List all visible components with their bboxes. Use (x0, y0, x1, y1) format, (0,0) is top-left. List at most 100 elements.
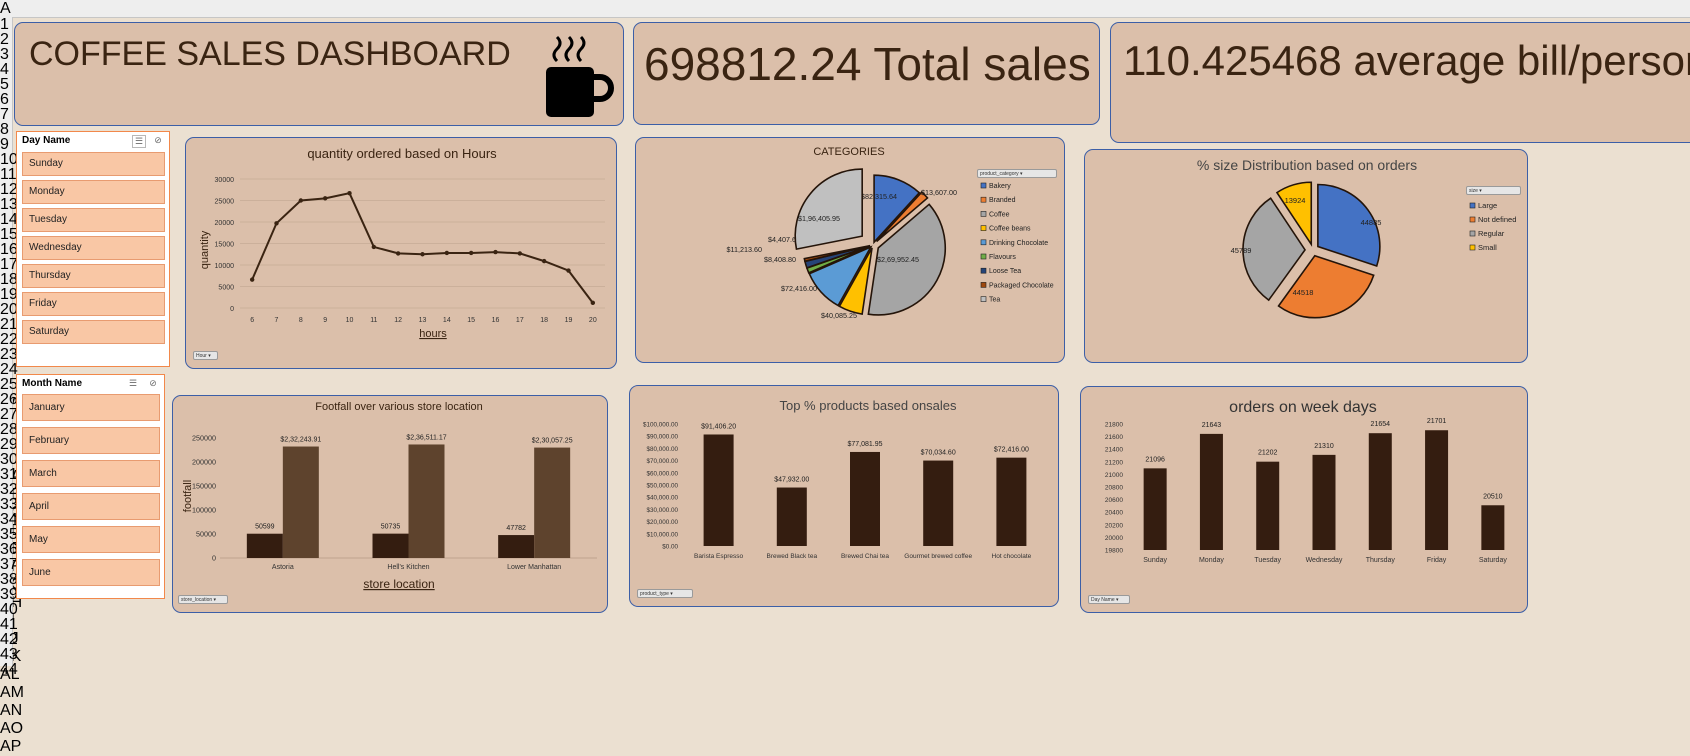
slicer-item-january[interactable]: January (22, 394, 160, 421)
day-filter-dropdown[interactable]: Day Name ▾ (1088, 595, 1130, 604)
slicer-item-saturday[interactable]: Saturday (22, 320, 165, 344)
column-header[interactable]: AM (0, 684, 40, 702)
row-header[interactable]: 32 (0, 482, 18, 498)
clear-filter-icon[interactable]: ⊘ (152, 135, 164, 146)
row-header[interactable]: 35 (0, 527, 18, 543)
row-header[interactable]: 13 (0, 197, 18, 213)
slicer-item-thursday[interactable]: Thursday (22, 264, 165, 288)
row-header[interactable]: 15 (0, 227, 18, 243)
row-header[interactable]: 20 (0, 302, 18, 318)
row-header[interactable]: 26 (0, 392, 18, 408)
slicer-item-wednesday[interactable]: Wednesday (22, 236, 165, 260)
legend-entry: Loose Tea (989, 268, 1021, 275)
x-tick-label: 20 (589, 317, 597, 324)
row-header[interactable]: 25 (0, 377, 18, 393)
y-axis-title: footfall (182, 480, 194, 512)
data-point (298, 198, 304, 203)
legend-swatch (980, 211, 987, 217)
column-header-bar[interactable]: ABCDEFGHIJKLMNOPQRSTUVWXYZAAABACADAEAFAG… (0, 0, 1690, 755)
location-filter-dropdown[interactable]: store_location ▾ (178, 595, 228, 604)
row-header[interactable]: 7 (0, 107, 12, 123)
row-header[interactable]: 38 (0, 572, 18, 588)
multi-select-icon[interactable]: ☰ (132, 135, 146, 148)
row-header[interactable]: 10 (0, 152, 18, 168)
slicer-item-sunday[interactable]: Sunday (22, 152, 165, 176)
categories-chart-panel[interactable]: CATEGORIES $82,315.64 $13,607.00 $2,69,952.… (635, 137, 1065, 363)
row-header[interactable]: 19 (0, 287, 18, 303)
row-header-bar[interactable]: 1 2 3 4 5 6 7 8 9 10 11 12 13 14 15 16 17 18 19 20 21 22 23 24 2… (0, 17, 18, 678)
row-header[interactable]: 44 (0, 662, 18, 678)
legend-entry: Bakery (989, 183, 1011, 190)
slicer-item-friday[interactable]: Friday (22, 292, 165, 316)
data-point (420, 252, 425, 257)
column-header[interactable]: AN (0, 702, 40, 720)
row-header[interactable]: 29 (0, 437, 18, 453)
hours-chart-panel[interactable]: quantity ordered based on Hours 0 5000 1000… (185, 137, 617, 369)
day-name-slicer[interactable]: Day Name ☰ ⊘ Sunday Monday Tuesday Wednesda… (16, 131, 170, 367)
slicer-item-may[interactable]: May (22, 526, 160, 553)
legend-entry: Drinking Chocolate (989, 240, 1048, 247)
row-header[interactable]: 21 (0, 317, 18, 333)
row-header[interactable]: 22 (0, 332, 18, 348)
hour-filter-dropdown[interactable]: Hour ▾ (193, 351, 218, 360)
row-header[interactable]: 1 (0, 17, 12, 33)
data-label: 20510 (1483, 493, 1503, 500)
row-header[interactable]: 4 (0, 62, 12, 78)
row-header[interactable]: 40 (0, 602, 18, 618)
row-header[interactable]: 12 (0, 182, 18, 198)
weekdays-chart-panel[interactable]: orders on week days 19800 20000 20200 20400 2… (1080, 386, 1528, 613)
x-tick-label: 18 (540, 317, 548, 324)
row-header[interactable]: 9 (0, 137, 12, 153)
clear-filter-icon[interactable]: ⊘ (147, 378, 159, 389)
row-header[interactable]: 18 (0, 272, 18, 288)
row-header[interactable]: 24 (0, 362, 18, 378)
data-label: $72,416.00 (781, 284, 817, 293)
slicer-item-april[interactable]: April (22, 493, 160, 520)
row-header[interactable]: 33 (0, 497, 18, 513)
row-header[interactable]: 30 (0, 452, 18, 468)
row-header[interactable]: 3 (0, 47, 12, 63)
data-label: 21643 (1202, 422, 1222, 429)
column-header[interactable]: AP (0, 738, 40, 756)
slicer-item-tuesday[interactable]: Tuesday (22, 208, 165, 232)
row-header[interactable]: 5 (0, 77, 12, 93)
row-header[interactable]: 27 (0, 407, 18, 423)
products-chart-panel[interactable]: Top % products based onsales $0.00 $10,000… (629, 385, 1059, 607)
row-header[interactable]: 6 (0, 92, 12, 108)
row-header[interactable]: 8 (0, 122, 12, 138)
multi-select-icon[interactable]: ☰ (127, 378, 139, 389)
row-header[interactable]: 42 (0, 632, 18, 648)
column-header[interactable]: AO (0, 720, 40, 738)
row-header[interactable]: 31 (0, 467, 18, 483)
row-header[interactable]: 2 (0, 32, 12, 48)
row-header[interactable]: 36 (0, 542, 18, 558)
type-filter-dropdown[interactable]: product_type ▾ (637, 589, 693, 598)
slicer-item-march[interactable]: March (22, 460, 160, 487)
row-header[interactable]: 16 (0, 242, 18, 258)
row-header[interactable]: 39 (0, 587, 18, 603)
row-header[interactable]: 11 (0, 167, 17, 183)
slicer-item-june[interactable]: June (22, 559, 160, 586)
slicer-item-monday[interactable]: Monday (22, 180, 165, 204)
size-filter-dropdown[interactable]: size ▾ (1466, 186, 1521, 195)
month-name-slicer[interactable]: Month Name ☰ ⊘ January February March April… (16, 374, 165, 599)
category-filter-dropdown[interactable]: product_category ▾ (977, 169, 1057, 178)
footfall-chart-panel[interactable]: Footfall over various store location 0 500… (172, 395, 608, 613)
row-header[interactable]: 23 (0, 347, 18, 363)
row-header[interactable]: 34 (0, 512, 18, 528)
row-header[interactable]: 17 (0, 257, 18, 273)
row-header[interactable]: 14 (0, 212, 18, 228)
row-header[interactable]: 41 (0, 617, 18, 633)
row-header[interactable]: 43 (0, 647, 18, 663)
total-sales-card: 698812.24 Total sales (633, 22, 1100, 125)
row-header[interactable]: 28 (0, 422, 18, 438)
legend-entry: Coffee beans (989, 226, 1031, 233)
row-header[interactable]: 37 (0, 557, 18, 573)
bar (498, 535, 535, 558)
y-axis-title: quantity (199, 230, 211, 269)
data-label: 47782 (506, 525, 526, 532)
slicer-item-february[interactable]: February (22, 427, 160, 454)
size-chart-panel[interactable]: % size Distribution based on orders 44885… (1084, 149, 1528, 363)
x-tick-label: 12 (394, 317, 402, 324)
y-tick-label: 200000 (192, 458, 216, 467)
